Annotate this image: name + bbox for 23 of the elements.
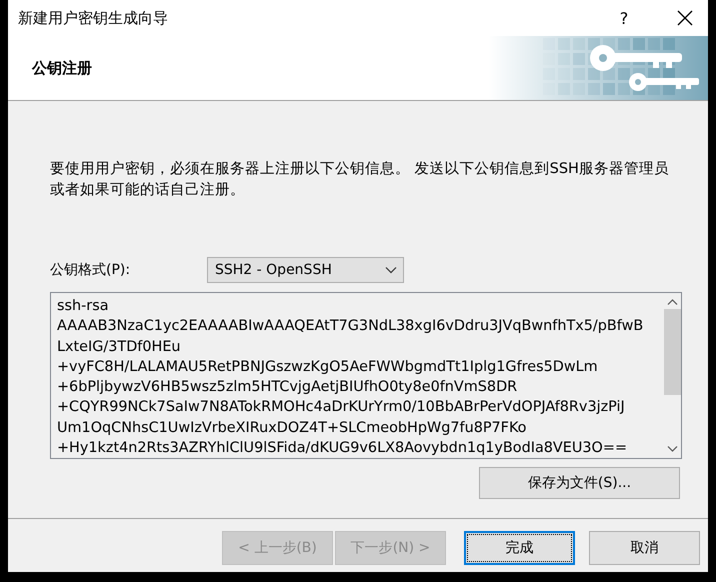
save-to-file-button[interactable]: 保存为文件(S)... <box>479 467 680 499</box>
key-text-line: ssh-rsa <box>57 297 110 316</box>
instruction-text: 要使用用户密钥，必须在服务器上注册以下公钥信息。 发送以下公钥信息到SSH服务器管理员或者如果可能的话自己注册。 <box>50 160 670 200</box>
key-text-line: LxteIG/3TDf0HEu <box>57 338 182 357</box>
public-key-field[interactable] <box>50 292 682 459</box>
help-button[interactable]: ? <box>604 8 644 28</box>
window-title: 新建用户密钥生成向导 <box>18 8 169 28</box>
format-dropdown[interactable]: SSH2 - OpenSSH <box>207 257 404 283</box>
key-text-line: +vyFC8H/LALAMAU5RetPBNJGszwzKgO5AeFWWbgmdTt1Iplg1Gfres5DwLm <box>57 358 599 377</box>
scroll-thumb[interactable] <box>664 309 681 395</box>
key-text-line: +CQYR99NCk7SaIw7N8ATokRMOHc4aDrKUrYrm0/10BbABrPerVdOPJAf8Rv3jzPiJ <box>57 398 626 418</box>
cancel-button[interactable]: 取消 <box>589 531 700 565</box>
key-text-line: +Hy1kzt4n2Rts3AZRYhlClU9lSFida/dKUG9v6LX8Aovybdn1q1yBodIa8VEU3O== <box>57 439 628 458</box>
page-title: 公钥注册 <box>32 58 92 78</box>
key-text-line: AAAAB3NzaC1yc2EAAAABIwAAAQEAtT7G3NdL38xgI6vDdru3JVqBwnfhTx5/pBfwB <box>57 317 644 336</box>
scroll-down-icon[interactable] <box>667 445 678 453</box>
finish-button[interactable]: 完成 <box>464 531 575 565</box>
key-text-line: +6bPljbywzV6HB5wsz5zlm5HTCvjgAetjBIUfhO0ty8e0fnVmS8DR <box>57 378 518 398</box>
chevron-down-icon <box>385 266 397 274</box>
format-label: 公钥格式(P): <box>50 261 132 279</box>
scroll-up-icon[interactable] <box>667 298 678 306</box>
close-icon <box>677 10 693 26</box>
key-text-line: Um1OqCNhsC1UwIzVrbeXIRuxDOZ4T+SLCmeobHpWg7fu8P7FKo <box>57 418 528 438</box>
